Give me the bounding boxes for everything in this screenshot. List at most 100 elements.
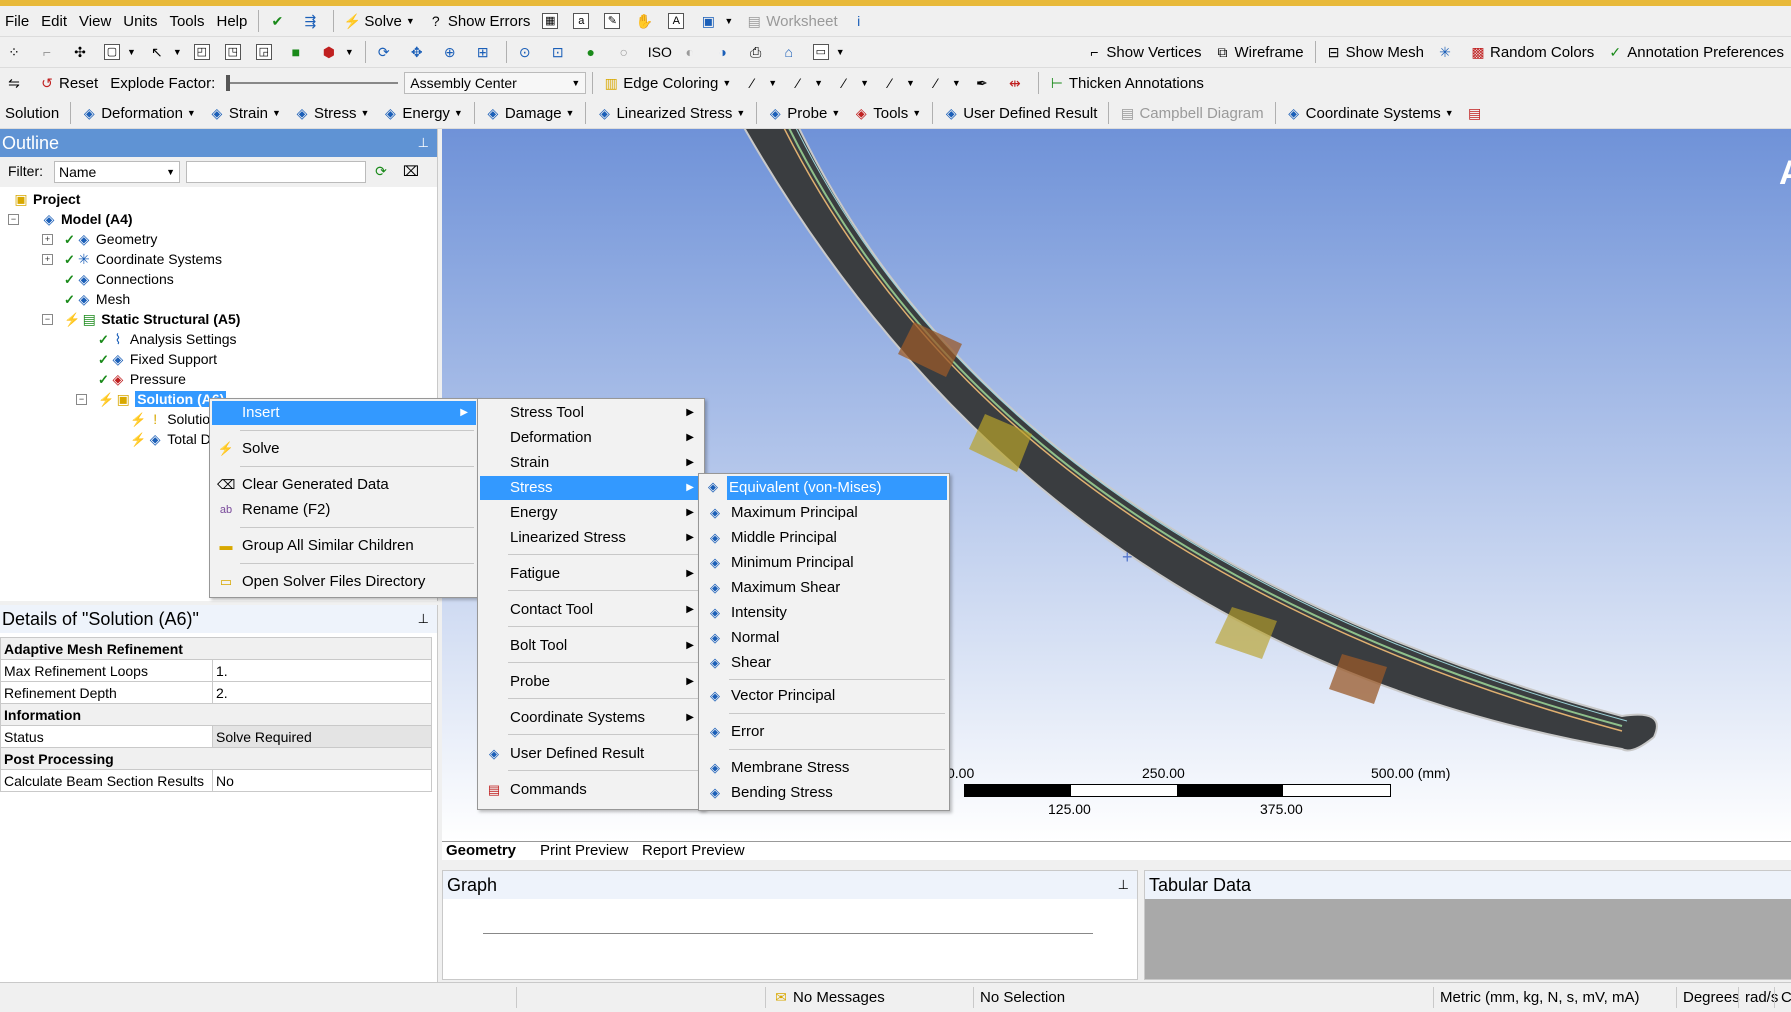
- chevron-down-icon[interactable]: ▼: [724, 16, 733, 26]
- status-units[interactable]: Metric (mm, kg, N, s, mV, mA): [1433, 987, 1680, 1008]
- hand-button[interactable]: ✋: [630, 8, 661, 34]
- stress-max-shear[interactable]: ◈ Maximum Shear: [701, 576, 947, 600]
- tree-mesh[interactable]: ✓ ◈ Mesh: [64, 289, 130, 309]
- chevron-down-icon[interactable]: ▼: [406, 16, 415, 26]
- collapse-icon[interactable]: −: [8, 214, 19, 225]
- assembly-center-select[interactable]: Assembly Center ▼: [404, 72, 587, 94]
- show-mesh-button[interactable]: ⊟ Show Mesh: [1320, 39, 1429, 65]
- insert-deformation[interactable]: Deformation ▶: [480, 426, 702, 450]
- filter-select[interactable]: Name ▼: [54, 161, 180, 183]
- ctx-user-defined-result[interactable]: ◈ User Defined Result: [937, 100, 1102, 126]
- tree-coordinate-systems[interactable]: ✓ ✳ Coordinate Systems: [64, 249, 222, 269]
- pin-icon[interactable]: ⊥: [418, 605, 429, 633]
- ctx-damage[interactable]: ◈ Damage ▼: [479, 100, 580, 126]
- wireframe-button[interactable]: ⧉ Wireframe: [1208, 39, 1308, 65]
- tree-analysis-settings[interactable]: ✓ ⌇ Analysis Settings: [98, 329, 237, 349]
- solve-button[interactable]: ⚡ Solve ▼: [338, 8, 419, 34]
- stress-middle-principal[interactable]: ◈ Middle Principal: [701, 526, 947, 550]
- detail-row[interactable]: Refinement Depth 2.: [0, 681, 432, 704]
- ctx-strain[interactable]: ◈ Strain ▼: [203, 100, 286, 126]
- stress-error[interactable]: ◈ Error: [701, 720, 947, 744]
- rotate-button[interactable]: ⟳: [370, 39, 401, 65]
- ctx-coordinate-systems[interactable]: ◈ Coordinate Systems ▼: [1280, 100, 1459, 126]
- show-vertices-button[interactable]: ⌐ Show Vertices: [1080, 39, 1206, 65]
- insert-stress[interactable]: Stress ▶: [480, 476, 702, 500]
- pin-icon[interactable]: ⊥: [1118, 871, 1129, 899]
- pin-icon[interactable]: ⊥: [418, 129, 429, 157]
- refresh-icon[interactable]: ⟳: [372, 162, 390, 180]
- select-mode-button[interactable]: ▢ ▼: [99, 39, 141, 65]
- select-points-button[interactable]: ⁘: [0, 39, 31, 65]
- ctx-solution[interactable]: Solution: [0, 100, 64, 126]
- detail-row[interactable]: Calculate Beam Section Results No: [0, 769, 432, 792]
- insert-strain[interactable]: Strain ▶: [480, 451, 702, 475]
- ctx-linearized-stress[interactable]: ◈ Linearized Stress ▼: [590, 100, 750, 126]
- tree-static-structural[interactable]: ⚡ ▤ Static Structural (A5): [64, 309, 240, 329]
- ctx-commands[interactable]: ▤: [1461, 100, 1492, 126]
- filter-search-input[interactable]: [186, 161, 366, 183]
- ctx-stress[interactable]: ◈ Stress ▼: [288, 100, 374, 126]
- pin-button[interactable]: ✒: [968, 70, 999, 96]
- random-colors-button[interactable]: ▩ Random Colors: [1464, 39, 1599, 65]
- ctx-probe[interactable]: ◈ Probe ▼: [761, 100, 845, 126]
- image-button[interactable]: ▣ ▼: [694, 8, 738, 34]
- status-messages[interactable]: ✉ No Messages: [765, 987, 972, 1008]
- menu-units[interactable]: Units: [118, 8, 162, 34]
- menu-tools[interactable]: Tools: [164, 8, 209, 34]
- thin-button[interactable]: ⇹: [1001, 70, 1032, 96]
- chevron-down-icon[interactable]: ▼: [345, 47, 354, 57]
- insert-stress-tool[interactable]: Stress Tool ▶: [480, 401, 702, 425]
- comment-button[interactable]: ✎: [599, 8, 628, 34]
- chevron-down-icon[interactable]: ▼: [127, 47, 136, 57]
- status-ce[interactable]: Ce: [1774, 987, 1791, 1008]
- tree-model[interactable]: ◈ Model (A4): [40, 209, 133, 229]
- ctx-tools[interactable]: ◈ Tools ▼: [847, 100, 926, 126]
- viewport-button[interactable]: ▭ ▼: [808, 39, 850, 65]
- ctx-energy[interactable]: ◈ Energy ▼: [376, 100, 467, 126]
- insert-coordinate-systems[interactable]: Coordinate Systems ▶: [480, 706, 702, 730]
- check-button[interactable]: ✔: [263, 8, 294, 34]
- stress-max-principal[interactable]: ◈ Maximum Principal: [701, 501, 947, 525]
- tree-connections[interactable]: ✓ ◈ Connections: [64, 269, 174, 289]
- tree-solution[interactable]: ⚡ ▣ Solution (A6): [98, 389, 227, 409]
- group-row[interactable]: Adaptive Mesh Refinement: [0, 637, 432, 660]
- insert-bolt-tool[interactable]: Bolt Tool ▶: [480, 634, 702, 658]
- text-button[interactable]: A: [663, 8, 692, 34]
- collapse-icon[interactable]: −: [42, 314, 53, 325]
- select-edges-button[interactable]: ⌐: [33, 39, 64, 65]
- tab-geometry[interactable]: Geometry: [446, 842, 516, 859]
- spell-check-button[interactable]: a: [568, 8, 597, 34]
- tag-button[interactable]: ⌂: [775, 39, 806, 65]
- clear-filter-icon[interactable]: ⌧: [402, 162, 420, 180]
- next-view-button[interactable]: ◑: [709, 39, 740, 65]
- menu-help[interactable]: Help: [212, 8, 253, 34]
- info-button[interactable]: i: [845, 8, 876, 34]
- triad-button[interactable]: ✳: [1431, 39, 1462, 65]
- zoom-select-button[interactable]: ⊡: [544, 39, 575, 65]
- pointer-button[interactable]: ↖ ▼: [143, 39, 187, 65]
- tree-button[interactable]: ⇶: [296, 8, 327, 34]
- stress-membrane[interactable]: ◈ Membrane Stress: [701, 756, 947, 780]
- show-errors-button[interactable]: ? Show Errors: [422, 8, 536, 34]
- menu-rename[interactable]: ab Rename (F2): [212, 498, 476, 522]
- menu-clear-generated-data[interactable]: ⌫ Clear Generated Data: [212, 473, 476, 497]
- insert-commands[interactable]: ▤ Commands: [480, 778, 702, 802]
- tree-pressure[interactable]: ✓ ◈ Pressure: [98, 369, 186, 389]
- tab-report-preview[interactable]: Report Preview: [642, 842, 745, 859]
- magnifier-button[interactable]: ●: [577, 39, 608, 65]
- tab-print-preview[interactable]: Print Preview: [540, 842, 628, 859]
- slider-thumb[interactable]: [226, 75, 231, 91]
- stress-vector-principal[interactable]: ◈ Vector Principal: [701, 684, 947, 708]
- insert-energy[interactable]: Energy ▶: [480, 501, 702, 525]
- explode-button[interactable]: ⇋: [0, 70, 31, 96]
- edge-display-2[interactable]: ⁄ ▼: [784, 70, 828, 96]
- stress-equivalent[interactable]: Equivalent (von-Mises): [727, 476, 947, 500]
- worksheet-button[interactable]: ▤ Worksheet: [740, 8, 842, 34]
- insert-fatigue[interactable]: Fatigue ▶: [480, 562, 702, 586]
- zoom-fit-button[interactable]: ⊙: [511, 39, 542, 65]
- stress-shear[interactable]: ◈ Shear: [701, 651, 947, 675]
- edge-button[interactable]: ◳: [220, 39, 249, 65]
- menu-insert[interactable]: Insert ▶: [212, 401, 476, 425]
- group-row[interactable]: Post Processing: [0, 747, 432, 770]
- zoom-box-button[interactable]: ⊞: [469, 39, 500, 65]
